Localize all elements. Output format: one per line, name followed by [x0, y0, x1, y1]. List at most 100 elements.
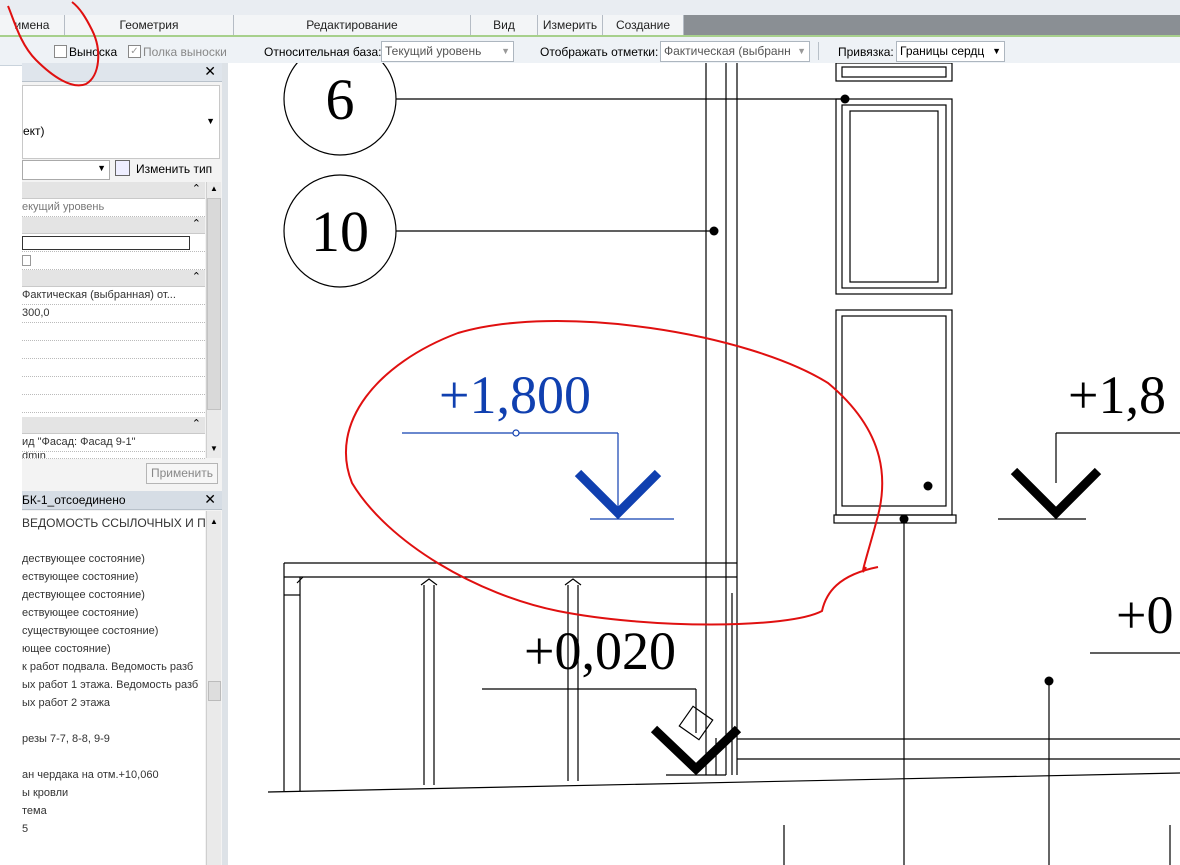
- apply-button[interactable]: Применить: [146, 463, 218, 484]
- chevron-down-icon: ▼: [206, 116, 215, 126]
- ribbon-tab-bar: имена Геометрия Редактирование Вид Измер…: [0, 0, 1180, 35]
- edit-type-button[interactable]: Изменить тип: [115, 159, 219, 179]
- scroll-up-icon[interactable]: ▲: [210, 517, 218, 526]
- left-panel: ✕ ект) ▼ ▼ Изменить тип ⌃ екущий уровень…: [22, 63, 223, 865]
- project-browser-scrollbar[interactable]: ▲: [206, 511, 221, 865]
- tree-header[interactable]: ВЕДОМОСТЬ ССЫЛОЧНЫХ И ПР: [22, 516, 205, 530]
- property-value: ид "Фасад: Фасад 9-1": [22, 436, 136, 448]
- chevron-down-icon: ▼: [992, 46, 1001, 56]
- property-value: dmin: [22, 452, 46, 459]
- collapse-icon: ⌃: [191, 218, 201, 230]
- tree-item[interactable]: тема: [22, 805, 47, 817]
- collapse-icon: ⌃: [191, 271, 201, 283]
- elevation-label-right-floor[interactable]: +0: [1116, 585, 1173, 645]
- display-elevations-value: Фактическая (выбранн: [664, 44, 791, 58]
- tree-item[interactable]: дествующее состояние): [22, 589, 145, 601]
- ground-line: [267, 772, 1180, 793]
- properties-group-header[interactable]: ⌃: [22, 217, 205, 234]
- tab-view[interactable]: Вид: [471, 15, 538, 35]
- drag-grip[interactable]: [512, 429, 520, 437]
- chevron-down-icon: ▼: [797, 46, 806, 56]
- window-glass: [849, 110, 939, 283]
- tab-edit[interactable]: Редактирование: [234, 15, 471, 35]
- instance-filter-select[interactable]: ▼: [22, 160, 110, 180]
- relative-base-select[interactable]: Текущий уровень ▼: [381, 41, 514, 62]
- window-frame: [841, 66, 947, 78]
- leader-dot: [899, 514, 909, 524]
- elevation-view-svg[interactable]: 6 10 +0,020 +1,8 +0 +1,800: [228, 63, 1180, 865]
- leader-dot: [923, 481, 933, 491]
- properties-group-header[interactable]: ⌃: [22, 270, 205, 287]
- tree-item[interactable]: существующее состояние): [22, 625, 158, 637]
- type-selector[interactable]: ект) ▼: [22, 85, 220, 159]
- window-sash: [841, 315, 947, 507]
- project-browser-title: БК-1_отсоединено: [22, 493, 126, 507]
- property-row[interactable]: екущий уровень: [22, 199, 205, 217]
- properties-grid: ⌃ екущий уровень ⌃ ⌃ Фактическая (выбран…: [22, 182, 205, 459]
- window-frame: [835, 98, 953, 295]
- properties-group-header[interactable]: ⌃: [22, 182, 205, 199]
- snap-select[interactable]: Границы сердц ▼: [896, 41, 1005, 62]
- elevation-label-right[interactable]: +1,8: [1068, 365, 1166, 425]
- property-row[interactable]: 300,0: [22, 305, 205, 323]
- scrollbar-thumb[interactable]: [208, 681, 221, 701]
- display-elevations-select[interactable]: Фактическая (выбранн ▼: [660, 41, 810, 62]
- options-bar: Выноска ✓ Полка выноски Относительная ба…: [0, 35, 1180, 66]
- shoulder-label: Полка выноски: [143, 45, 227, 59]
- scrollbar-thumb[interactable]: [207, 198, 221, 410]
- property-row[interactable]: [22, 359, 205, 377]
- scroll-up-icon[interactable]: ▲: [210, 184, 218, 193]
- elevation-label-selected[interactable]: +1,800: [439, 365, 591, 425]
- tag-number-10: 10: [311, 199, 369, 264]
- elevation-label-floor[interactable]: +0,020: [524, 621, 676, 681]
- window-sash: [841, 104, 947, 289]
- tree-item[interactable]: ествующее состояние): [22, 607, 138, 619]
- property-row[interactable]: ид "Фасад: Фасад 9-1": [22, 434, 205, 452]
- tree-item[interactable]: ан чердака на отм.+10,060: [22, 769, 159, 781]
- close-icon[interactable]: ✕: [204, 63, 216, 80]
- tree-item[interactable]: резы 7-7, 8-8, 9-9: [22, 733, 110, 745]
- chevron-down-icon: ▼: [97, 163, 106, 173]
- property-value: Фактическая (выбранная) от...: [22, 289, 176, 301]
- property-input[interactable]: [22, 236, 190, 250]
- snap-label: Привязка:: [838, 45, 894, 59]
- property-row[interactable]: [22, 395, 205, 413]
- property-row[interactable]: [22, 341, 205, 359]
- tree-item[interactable]: 5: [22, 823, 28, 835]
- tree-item[interactable]: ых работ 2 этажа: [22, 697, 110, 709]
- property-row[interactable]: [22, 234, 205, 252]
- tree-item[interactable]: ествующее состояние): [22, 571, 138, 583]
- markup-overlay: [7, 1, 100, 87]
- property-checkbox[interactable]: [22, 255, 31, 266]
- railing-caps: [296, 576, 582, 586]
- project-browser-tree: ВЕДОМОСТЬ ССЫЛОЧНЫХ И ПР дествующее сост…: [22, 511, 205, 865]
- property-value: 300,0: [22, 307, 50, 319]
- property-row[interactable]: Фактическая (выбранная) от...: [22, 287, 205, 305]
- selected-spot-elevation[interactable]: +1,800: [402, 365, 674, 520]
- tab-create[interactable]: Создание: [603, 15, 684, 35]
- chevron-down-icon: ▼: [501, 46, 510, 56]
- tree-item[interactable]: к работ подвала. Ведомость разб: [22, 661, 193, 673]
- tab-measure[interactable]: Измерить: [538, 15, 603, 35]
- tree-item[interactable]: ых работ 1 этажа. Ведомость разб: [22, 679, 198, 691]
- display-elevations-label: Отображать отметки:: [540, 45, 659, 59]
- scroll-down-icon[interactable]: ▼: [210, 444, 218, 453]
- property-row[interactable]: dmin: [22, 452, 205, 459]
- tree-item[interactable]: дествующее состояние): [22, 553, 145, 565]
- properties-group-header[interactable]: ⌃: [22, 417, 205, 434]
- property-row[interactable]: [22, 323, 205, 341]
- collapse-icon: ⌃: [191, 418, 201, 430]
- drawing-canvas[interactable]: 6 10 +0,020 +1,8 +0 +1,800: [228, 63, 1180, 865]
- tree-item[interactable]: ы кровли: [22, 787, 68, 799]
- properties-scrollbar[interactable]: ▲ ▼: [206, 182, 221, 458]
- property-row[interactable]: [22, 377, 205, 395]
- collapse-icon: ⌃: [191, 183, 201, 195]
- project-browser-titlebar: БК-1_отсоединено ✕: [22, 491, 222, 510]
- options-separator: [818, 42, 819, 60]
- shoulder-checkbox[interactable]: ✓: [128, 45, 141, 58]
- close-icon[interactable]: ✕: [204, 491, 216, 508]
- markup-annotation: [345, 320, 884, 626]
- property-row[interactable]: [22, 252, 205, 270]
- snap-value: Границы сердц: [900, 44, 985, 58]
- tree-item[interactable]: ющее состояние): [22, 643, 111, 655]
